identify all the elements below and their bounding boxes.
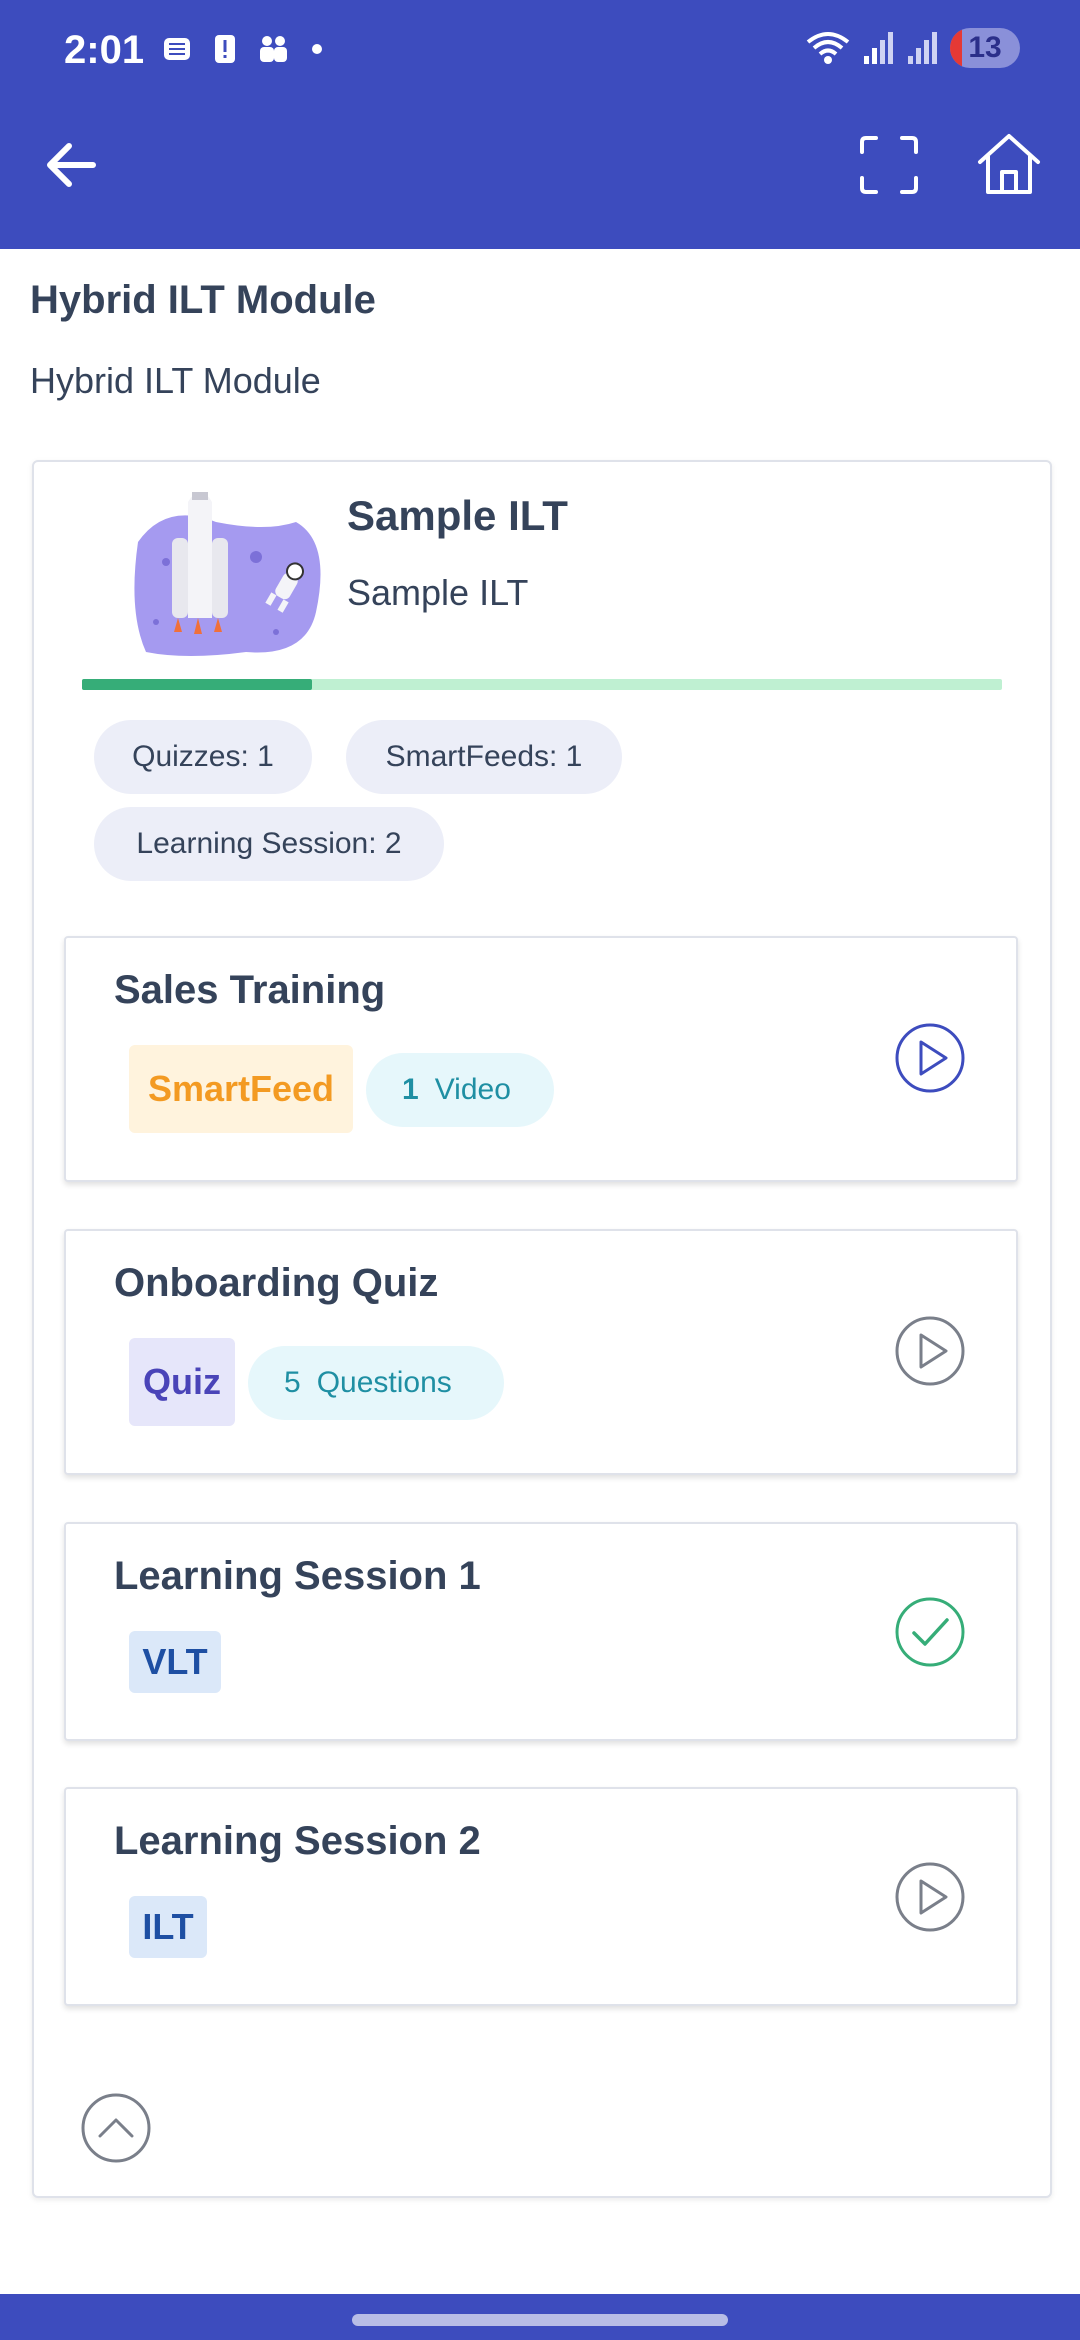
course-thumbnail [134, 492, 321, 656]
item-type-badge: VLT [129, 1631, 221, 1693]
home-gesture-handle[interactable] [352, 2314, 728, 2326]
check-circle-icon [895, 1597, 965, 1667]
item-title: Learning Session 1 [114, 1554, 481, 1598]
item-type-badge: Quiz [129, 1338, 235, 1426]
alert-icon [208, 32, 242, 66]
item-title: Onboarding Quiz [114, 1261, 439, 1305]
course-title: Sample ILT [347, 492, 568, 539]
item-count-label: Video [434, 1073, 511, 1106]
course-progress-fill [82, 679, 312, 690]
app-header: 2:01 13 [0, 0, 1080, 249]
content-item-learning-session-2[interactable]: Learning Session 2 ILT [64, 1787, 1018, 2006]
course-subtitle: Sample ILT [347, 572, 529, 613]
item-title: Sales Training [114, 968, 386, 1012]
app-notification-icon [160, 32, 194, 66]
quizzes-count-chip: Quizzes: 1 [94, 720, 312, 794]
item-count: 5 [284, 1366, 301, 1399]
item-count-label: Questions [316, 1366, 452, 1399]
wifi-icon [806, 32, 850, 64]
play-icon[interactable] [894, 1315, 966, 1387]
signal-icon [864, 32, 893, 64]
learning-session-count-chip: Learning Session: 2 [94, 807, 444, 881]
teams-icon [256, 32, 290, 66]
page-subtitle: Hybrid ILT Module [30, 360, 321, 401]
item-type-badge: SmartFeed [129, 1045, 353, 1133]
item-count-pill: 5 Questions [248, 1346, 504, 1420]
status-time: 2:01 [64, 28, 145, 72]
item-type-badge: ILT [129, 1896, 207, 1958]
page-title: Hybrid ILT Module [30, 278, 376, 322]
fullscreen-button[interactable] [858, 134, 920, 196]
play-icon[interactable] [894, 1861, 966, 1933]
smartfeeds-count-chip: SmartFeeds: 1 [346, 720, 622, 794]
collapse-chevron-up-icon[interactable] [80, 2092, 152, 2164]
notification-icons [160, 32, 322, 66]
more-notifications-dot [312, 44, 322, 54]
arrow-left-icon [47, 143, 96, 187]
home-button[interactable] [974, 130, 1044, 200]
item-count: 1 [402, 1073, 419, 1106]
battery-indicator: 13 [950, 28, 1020, 68]
module-card: Sample ILT Sample ILT Quizzes: 1 SmartFe… [32, 460, 1052, 2198]
content-item-sales-training[interactable]: Sales Training SmartFeed 1 Video [64, 936, 1018, 1182]
fullscreen-icon [860, 136, 918, 194]
item-title: Learning Session 2 [114, 1819, 481, 1863]
item-count-pill: 1 Video [366, 1053, 554, 1127]
play-icon[interactable] [894, 1022, 966, 1094]
signal-icon-2 [908, 32, 937, 64]
system-status: 13 [804, 28, 1020, 68]
content-item-onboarding-quiz[interactable]: Onboarding Quiz Quiz 5 Questions [64, 1229, 1018, 1475]
content-item-learning-session-1[interactable]: Learning Session 1 VLT [64, 1522, 1018, 1741]
course-progress-bar [82, 679, 1002, 690]
home-icon [978, 134, 1040, 194]
back-button[interactable] [36, 130, 106, 200]
